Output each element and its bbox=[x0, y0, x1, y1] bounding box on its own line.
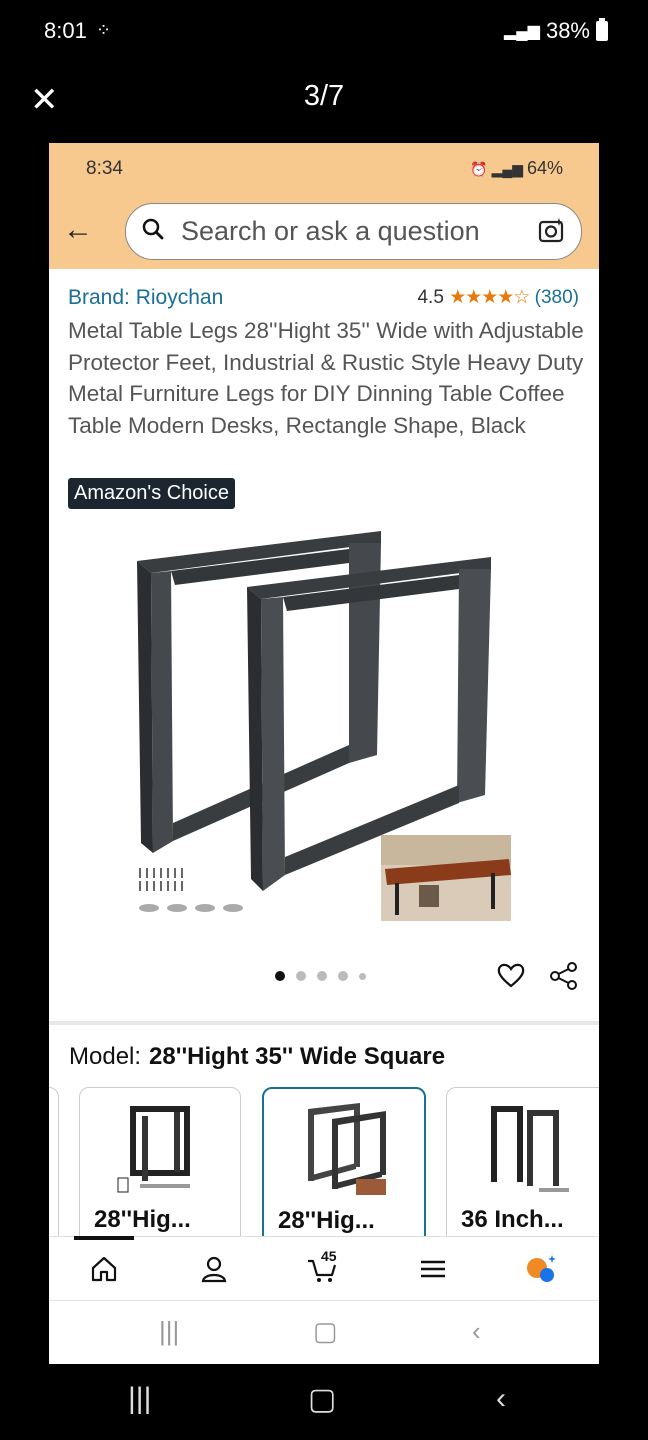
inner-status-right: ⏰ ▂▄▆ 64% bbox=[470, 158, 563, 179]
search-icon bbox=[142, 218, 164, 240]
back-button-icon[interactable]: ‹ bbox=[496, 1382, 506, 1416]
variant-option-selected[interactable]: 28''Hig... bbox=[262, 1087, 426, 1247]
image-counter: 3/7 bbox=[303, 80, 345, 112]
variant-label: 28''Hig... bbox=[94, 1206, 191, 1233]
amazons-choice-badge: Amazon's Choice bbox=[68, 478, 235, 509]
back-button-icon[interactable]: ‹ bbox=[472, 1316, 481, 1347]
account-icon[interactable] bbox=[198, 1253, 230, 1285]
amazon-header: 8:34 ⏰ ▂▄▆ 64% ← Search or ask a questio… bbox=[49, 143, 599, 269]
rating-value: 4.5 bbox=[417, 287, 444, 308]
device-battery: 38% bbox=[545, 18, 590, 43]
inner-signal-icon: ⏰ ▂▄▆ bbox=[470, 161, 527, 177]
model-value: 28''Hight 35'' Wide Square bbox=[149, 1043, 446, 1070]
rating-stars-icon: ★★★★☆ bbox=[449, 287, 530, 308]
notification-dots-icon: ⁘ bbox=[96, 20, 111, 40]
rufus-assistant-icon[interactable] bbox=[525, 1253, 557, 1285]
viewer-top-bar: ✕ 3/7 bbox=[0, 62, 648, 142]
inner-status-time: 8:34 bbox=[86, 158, 123, 179]
camera-icon[interactable] bbox=[537, 216, 567, 246]
pagination-dot[interactable] bbox=[359, 972, 366, 980]
variant-option[interactable]: 36 Inch... bbox=[446, 1087, 599, 1247]
recent-apps-icon[interactable]: ||| bbox=[159, 1316, 179, 1347]
menu-icon[interactable] bbox=[417, 1253, 449, 1285]
variant-option[interactable]: 28''Hig... bbox=[79, 1087, 241, 1247]
inner-system-nav: ||| ▢ ‹ bbox=[49, 1300, 599, 1364]
device-status-right: ▂▄▆ 38% bbox=[504, 18, 608, 44]
pagination-dot[interactable] bbox=[338, 971, 348, 981]
pagination-dot[interactable] bbox=[275, 971, 285, 981]
model-selector-label: Model: 28''Hight 35'' Wide Square bbox=[69, 1043, 445, 1071]
device-time: 8:01 bbox=[44, 18, 87, 43]
back-arrow-icon[interactable]: ← bbox=[63, 213, 93, 247]
variant-option-partial[interactable] bbox=[49, 1087, 59, 1247]
section-divider bbox=[49, 1021, 599, 1025]
model-label: Model: bbox=[69, 1043, 142, 1070]
device-status-bar: 8:01 ⁘ ▂▄▆ 38% bbox=[0, 0, 648, 62]
signal-icon: ▂▄▆ bbox=[504, 23, 540, 40]
pagination-dot[interactable] bbox=[317, 971, 327, 981]
battery-icon bbox=[596, 18, 608, 41]
pagination-dot[interactable] bbox=[296, 971, 306, 981]
device-system-nav: ||| ▢ ‹ bbox=[0, 1364, 648, 1440]
embedded-screenshot: 8:34 ⏰ ▂▄▆ 64% ← Search or ask a questio… bbox=[49, 143, 599, 1364]
search-placeholder: Search or ask a question bbox=[181, 216, 480, 246]
rating[interactable]: 4.5 ★★★★☆ (380) bbox=[417, 286, 579, 309]
inner-battery: 64% bbox=[526, 158, 563, 178]
search-bar[interactable]: Search or ask a question bbox=[125, 203, 582, 260]
product-image[interactable] bbox=[119, 523, 539, 923]
home-button-icon[interactable]: ▢ bbox=[308, 1382, 336, 1417]
home-button-icon[interactable]: ▢ bbox=[313, 1316, 338, 1347]
home-icon[interactable] bbox=[88, 1253, 120, 1285]
product-title: Metal Table Legs 28''Hight 35'' Wide wit… bbox=[68, 318, 584, 438]
variant-label: 36 Inch... bbox=[461, 1206, 564, 1233]
active-tab-indicator bbox=[74, 1236, 134, 1240]
rating-count: (380) bbox=[534, 287, 579, 308]
variant-label: 28''Hig... bbox=[278, 1207, 375, 1234]
brand-link[interactable]: Brand: Rioychan bbox=[68, 286, 223, 310]
heart-icon[interactable] bbox=[497, 961, 525, 989]
variant-thumbnail bbox=[117, 1106, 190, 1193]
recent-apps-icon[interactable]: ||| bbox=[128, 1382, 151, 1416]
cart-count: 45 bbox=[321, 1248, 337, 1264]
image-pagination bbox=[275, 969, 366, 983]
variant-thumbnail bbox=[308, 1103, 386, 1195]
variant-thumbnail bbox=[491, 1106, 569, 1192]
share-icon[interactable] bbox=[549, 961, 579, 991]
